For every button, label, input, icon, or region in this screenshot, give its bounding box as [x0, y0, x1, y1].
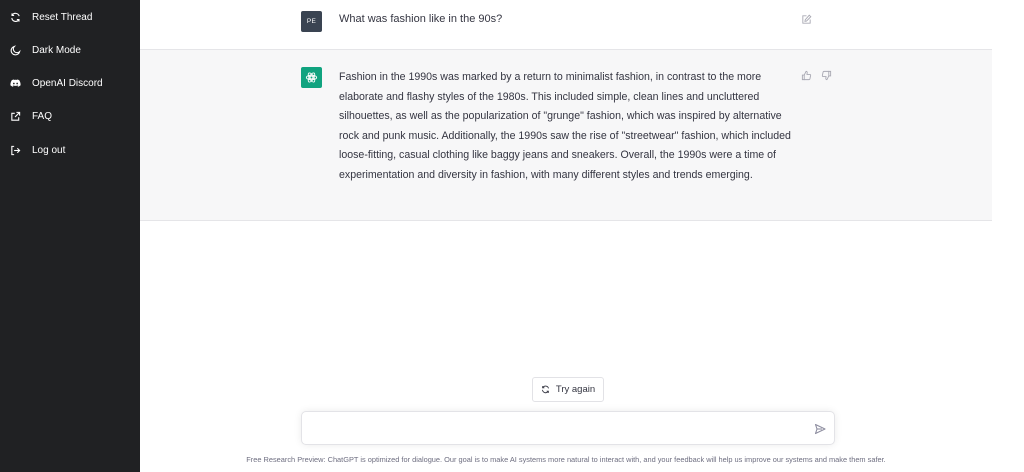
message-input-box — [301, 411, 835, 445]
message-input[interactable] — [312, 420, 802, 438]
moon-icon — [9, 44, 21, 56]
assistant-message-row: Fashion in the 1990s was marked by a ret… — [140, 50, 992, 221]
external-link-icon — [9, 110, 21, 122]
user-message-text: What was fashion like in the 90s? — [339, 13, 503, 25]
sidebar-item-label: OpenAI Discord — [32, 77, 103, 89]
sidebar-item-openai-discord[interactable]: OpenAI Discord — [0, 71, 140, 95]
sidebar-item-reset-thread[interactable]: Reset Thread — [0, 5, 140, 29]
footer-disclaimer: Free Research Preview: ChatGPT is optimi… — [246, 455, 886, 464]
sidebar-item-label: Dark Mode — [32, 44, 81, 56]
sidebar-item-label: Log out — [32, 144, 66, 156]
user-message-row: PE What was fashion like in the 90s? — [140, 0, 992, 50]
discord-icon — [9, 77, 21, 89]
thumbs-down-icon[interactable] — [821, 70, 832, 81]
sidebar-item-label: FAQ — [32, 110, 53, 122]
send-icon[interactable] — [814, 423, 826, 435]
logout-icon — [9, 144, 21, 156]
thumbs-up-icon[interactable] — [801, 70, 812, 81]
chat-main: PE What was fashion like in the 90s? Fas… — [140, 0, 992, 472]
refresh-icon — [9, 11, 21, 23]
assistant-message-text: Fashion in the 1990s was marked by a ret… — [339, 71, 791, 181]
avatar: PE — [301, 11, 322, 32]
chatgpt-logo-icon — [301, 67, 322, 88]
edit-icon[interactable] — [801, 14, 812, 25]
sidebar-item-faq[interactable]: FAQ — [0, 104, 140, 128]
sidebar-item-label: Reset Thread — [32, 11, 93, 23]
sidebar-item-dark-mode[interactable]: Dark Mode — [0, 38, 140, 62]
try-again-button[interactable]: Try again — [532, 377, 604, 402]
sidebar: Reset Thread Dark Mode OpenAI Discord FA… — [0, 0, 140, 472]
sidebar-item-log-out[interactable]: Log out — [0, 138, 140, 162]
refresh-icon — [541, 385, 549, 394]
try-again-label: Try again — [555, 384, 596, 395]
